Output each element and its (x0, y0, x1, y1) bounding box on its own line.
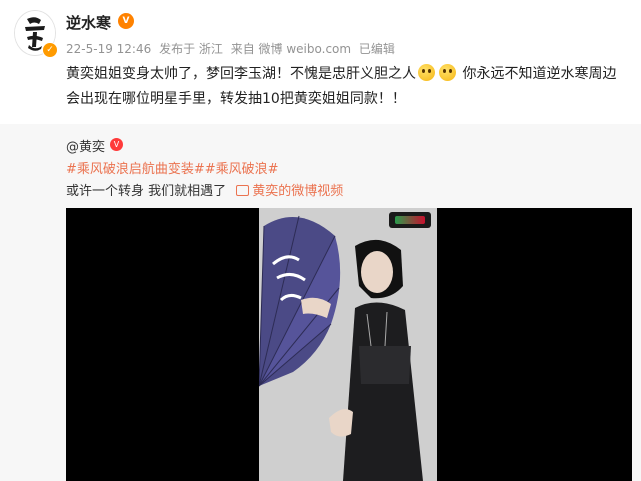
video-player[interactable] (66, 208, 632, 481)
watermark-logo-icon (389, 212, 431, 228)
weibo-post: ✓ 逆水寒 V 22-5-19 12:46 发布于 浙江 来自 微博 weibo… (0, 0, 641, 481)
repost-verified-icon: V (110, 138, 123, 151)
post-date[interactable]: 22-5-19 12:46 (66, 42, 151, 56)
video-frame (259, 208, 437, 481)
author-name[interactable]: 逆水寒 (66, 12, 111, 33)
emoji-face-icon (439, 64, 456, 81)
post-location: 发布于 浙江 (159, 42, 223, 56)
post-content: 黄奕姐姐变身太帅了，梦回李玉湖！不愧是忠肝义胆之人 你永远不知道逆水寒周边会出现… (66, 62, 626, 112)
repost-caption: 或许一个转身 我们就相遇了 (66, 184, 227, 199)
post-meta: 22-5-19 12:46 发布于 浙江 来自 微博 weibo.com 已编辑 (66, 40, 399, 57)
emoji-face-icon (418, 64, 435, 81)
post-text-part1: 黄奕姐姐变身太帅了，梦回李玉湖！不愧是忠肝义胆之人 (66, 66, 416, 82)
video-link-icon (236, 185, 250, 196)
repost-hashtags[interactable]: #乘风破浪启航曲变装##乘风破浪# (66, 158, 279, 177)
video-link[interactable]: 黄奕的微博视频 (252, 184, 343, 199)
verified-badge-icon: ✓ (42, 42, 58, 58)
edited-label[interactable]: 已编辑 (359, 42, 395, 56)
repost-text: 或许一个转身 我们就相遇了 黄奕的微博视频 (66, 180, 343, 199)
video-thumbnail (259, 208, 437, 481)
repost-author[interactable]: @黄奕 (66, 136, 105, 155)
repost-card[interactable]: @黄奕 V #乘风破浪启航曲变装##乘风破浪# 或许一个转身 我们就相遇了 黄奕… (0, 124, 641, 481)
vip-icon: V (118, 13, 134, 29)
post-source[interactable]: 来自 微博 weibo.com (231, 42, 351, 56)
